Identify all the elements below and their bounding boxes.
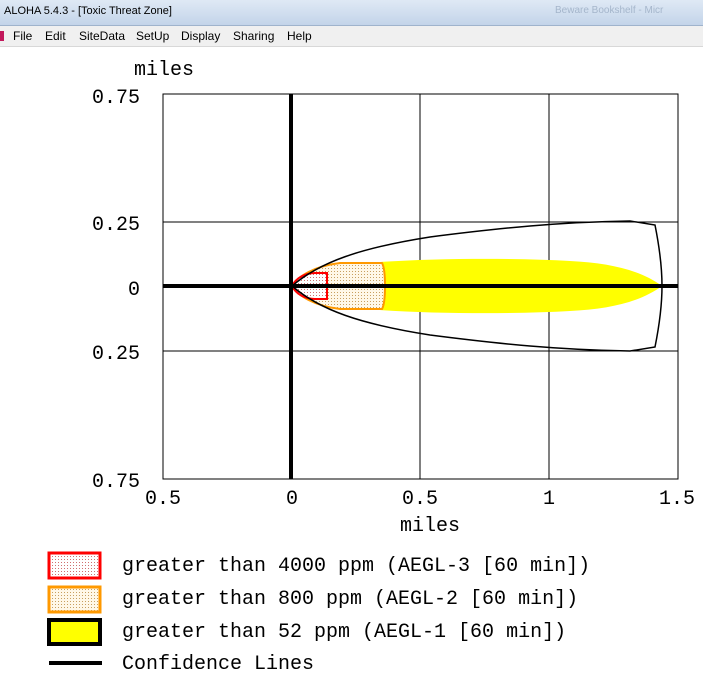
menu-setup[interactable]: SetUp xyxy=(136,29,169,43)
y-tick-label: 0 xyxy=(128,279,140,302)
y-axis-unit: miles xyxy=(134,59,194,82)
menu-edit[interactable]: Edit xyxy=(45,29,66,43)
y-tick-label: 0.25 xyxy=(92,214,140,237)
legend-label-aegl1: greater than 52 ppm (AEGL-1 [60 min]) xyxy=(122,621,566,644)
y-tick-label: 0.75 xyxy=(92,471,140,494)
legend-label-aegl3: greater than 4000 ppm (AEGL-3 [60 min]) xyxy=(122,555,590,578)
y-tick-label: 0.25 xyxy=(92,343,140,366)
window-title: ALOHA 5.4.3 - [Toxic Threat Zone] xyxy=(4,5,172,17)
background-window-title: Beware Bookshelf - Micr xyxy=(555,5,664,16)
threat-zone-view: miles miles 0.75 0.25 0 0.25 0.75 0.5 0 … xyxy=(0,47,703,676)
title-bar: ALOHA 5.4.3 - [Toxic Threat Zone] Beware… xyxy=(0,0,703,26)
legend: greater than 4000 ppm (AEGL-3 [60 min]) … xyxy=(47,551,590,676)
legend-swatch-aegl2 xyxy=(47,585,102,614)
x-tick-label: 1.5 xyxy=(659,488,695,511)
x-tick-label: 0.5 xyxy=(145,488,181,511)
menu-bar: File Edit SiteData SetUp Display Sharing… xyxy=(0,26,703,47)
menu-sharing[interactable]: Sharing xyxy=(233,29,274,43)
menu-file[interactable]: File xyxy=(13,29,32,43)
threat-zone-plot: miles miles 0.75 0.25 0 0.25 0.75 0.5 0 … xyxy=(47,59,695,676)
legend-swatch-aegl3 xyxy=(47,551,102,580)
menu-display[interactable]: Display xyxy=(181,29,220,43)
system-menu-icon[interactable] xyxy=(0,31,4,41)
legend-label-confidence: Confidence Lines xyxy=(122,653,314,675)
menu-sitedata[interactable]: SiteData xyxy=(79,29,125,43)
x-tick-label: 0 xyxy=(286,488,298,511)
x-tick-label: 1 xyxy=(543,488,555,511)
legend-label-aegl2: greater than 800 ppm (AEGL-2 [60 min]) xyxy=(122,588,578,611)
x-axis-unit: miles xyxy=(400,515,460,538)
y-tick-label: 0.75 xyxy=(92,87,140,110)
legend-swatch-aegl1 xyxy=(47,618,102,646)
x-tick-label: 0.5 xyxy=(402,488,438,511)
menu-help[interactable]: Help xyxy=(287,29,312,43)
